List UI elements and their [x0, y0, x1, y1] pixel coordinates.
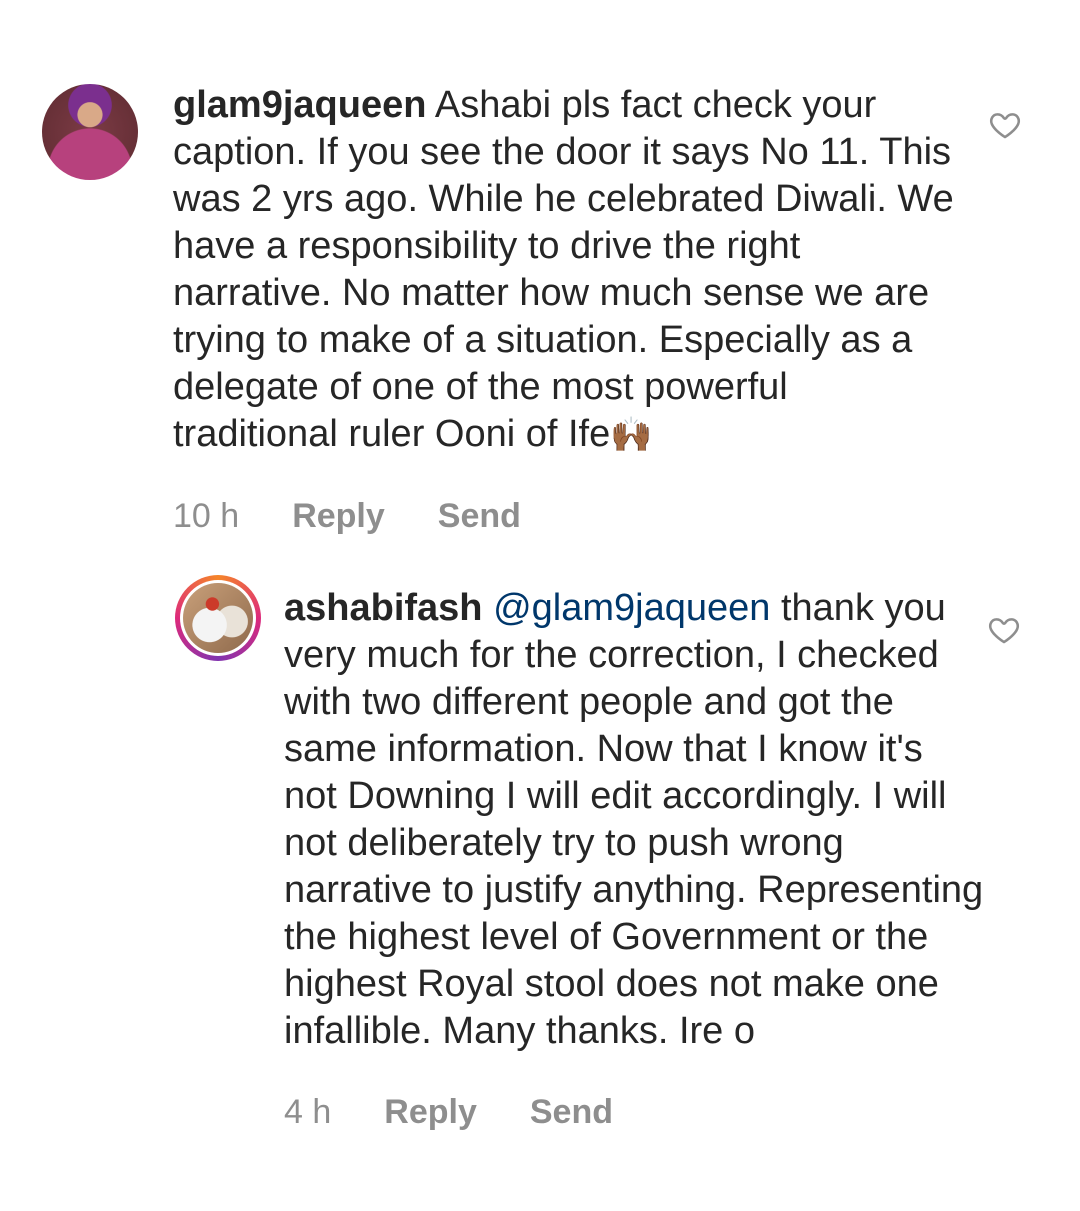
- comment-meta: 10 h Reply Send: [173, 497, 1042, 536]
- reply-comment: ashabifash @glam9jaqueen thank you very …: [175, 575, 1045, 1132]
- comment-text: Ashabi pls fact check your caption. If y…: [173, 84, 954, 455]
- raised-hands-emoji: 🙌🏾: [610, 416, 653, 454]
- avatar[interactable]: [42, 84, 138, 180]
- comment-timestamp: 10 h: [173, 497, 240, 535]
- comment-username[interactable]: glam9jaqueen: [173, 84, 426, 126]
- heart-outline-icon[interactable]: [988, 108, 1022, 142]
- comment-text: thank you very much for the correction, …: [284, 587, 984, 1052]
- send-button[interactable]: Send: [438, 497, 521, 536]
- heart-outline-icon[interactable]: [987, 613, 1021, 647]
- truncated-previous-comment: · · ·: [430, 0, 491, 14]
- comment-meta: 4 h Reply Send: [284, 1093, 1045, 1132]
- avatar[interactable]: [175, 575, 261, 661]
- comment-body: ashabifash @glam9jaqueen thank you very …: [284, 585, 984, 1055]
- comment-username[interactable]: ashabifash: [284, 587, 483, 629]
- comment-body: glam9jaqueen Ashabi pls fact check your …: [173, 82, 963, 459]
- send-button[interactable]: Send: [530, 1093, 613, 1132]
- comment-timestamp: 4 h: [284, 1093, 332, 1131]
- reply-button[interactable]: Reply: [292, 497, 385, 536]
- mention-link[interactable]: @glam9jaqueen: [493, 587, 770, 629]
- comment: glam9jaqueen Ashabi pls fact check your …: [42, 82, 1042, 536]
- reply-button[interactable]: Reply: [384, 1093, 477, 1132]
